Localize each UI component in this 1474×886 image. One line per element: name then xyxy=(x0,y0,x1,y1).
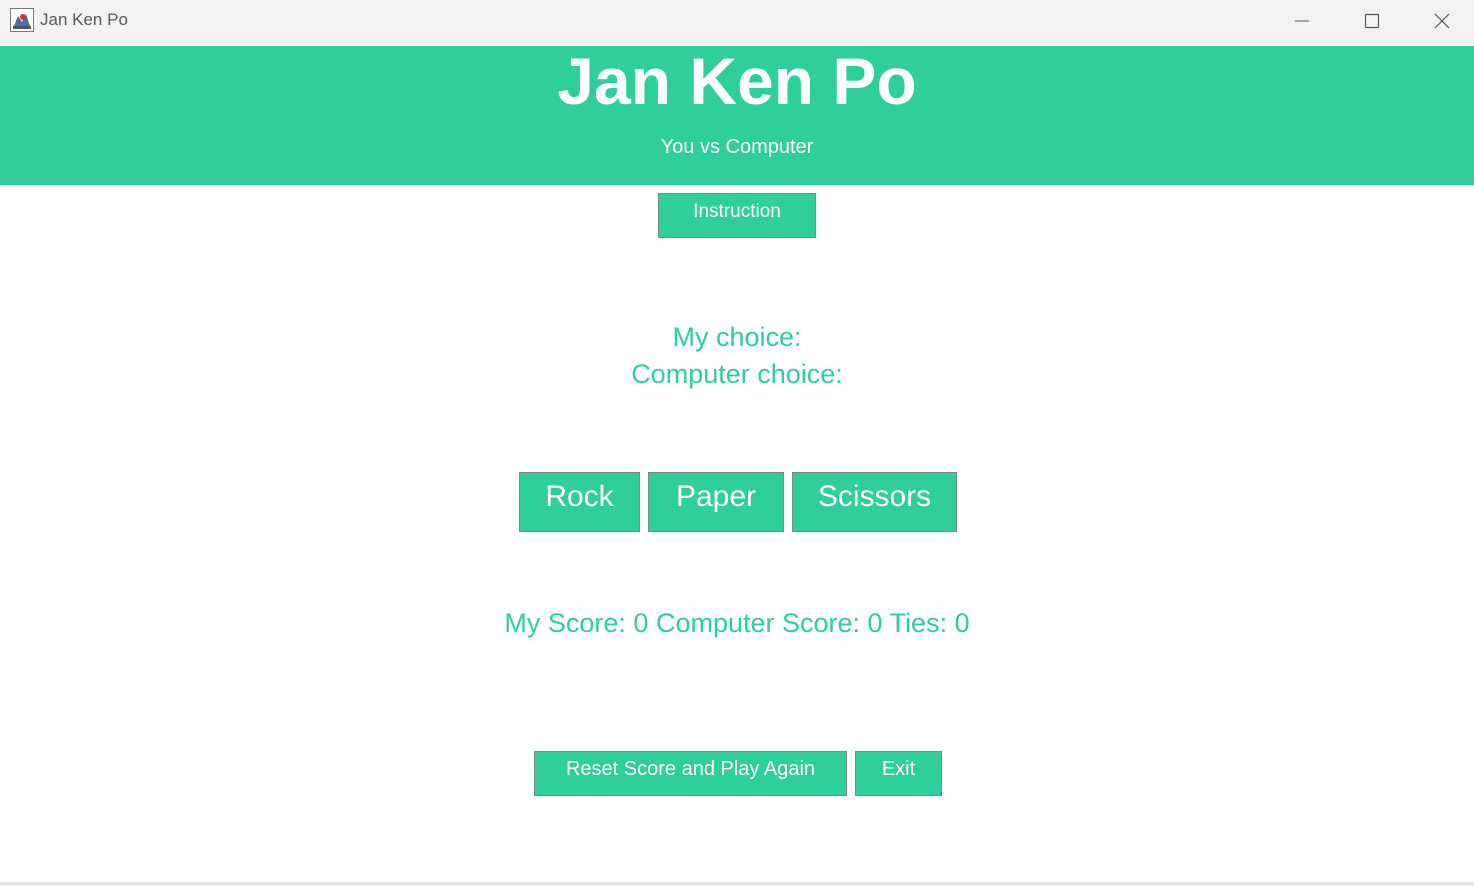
minimize-icon xyxy=(1295,20,1309,22)
java-app-icon xyxy=(10,8,34,32)
maximize-button[interactable] xyxy=(1337,0,1407,42)
scissors-button[interactable]: Scissors xyxy=(792,472,957,532)
reset-score-button-label: Reset Score and Play Again xyxy=(565,758,816,780)
instruction-button[interactable]: Instruction xyxy=(658,193,816,238)
exit-button-label: Exit xyxy=(881,758,916,780)
reset-score-button[interactable]: Reset Score and Play Again xyxy=(534,751,847,796)
computer-choice-label: Computer choice: xyxy=(631,359,843,389)
exit-button[interactable]: Exit xyxy=(855,751,942,796)
game-title: Jan Ken Po xyxy=(557,44,917,118)
close-icon xyxy=(1434,13,1450,29)
scissors-button-label: Scissors xyxy=(817,480,932,513)
score-display: My Score: 0 Computer Score: 0 Ties: 0 xyxy=(504,608,970,638)
window-title: Jan Ken Po xyxy=(40,10,128,29)
window-titlebar: Jan Ken Po xyxy=(0,0,1474,46)
paper-button[interactable]: Paper xyxy=(648,472,784,532)
maximize-icon xyxy=(1364,13,1380,29)
window-bottom-border xyxy=(0,882,1474,886)
minimize-button[interactable] xyxy=(1267,0,1337,42)
instruction-button-label: Instruction xyxy=(693,200,781,222)
rock-button-label: Rock xyxy=(545,480,614,513)
header-banner: Jan Ken Po You vs Computer xyxy=(0,46,1474,185)
game-subtitle: You vs Computer xyxy=(660,136,814,158)
close-button[interactable] xyxy=(1407,0,1474,42)
my-choice-label: My choice: xyxy=(672,322,802,352)
rock-button[interactable]: Rock xyxy=(519,472,640,532)
paper-button-label: Paper xyxy=(675,480,757,513)
